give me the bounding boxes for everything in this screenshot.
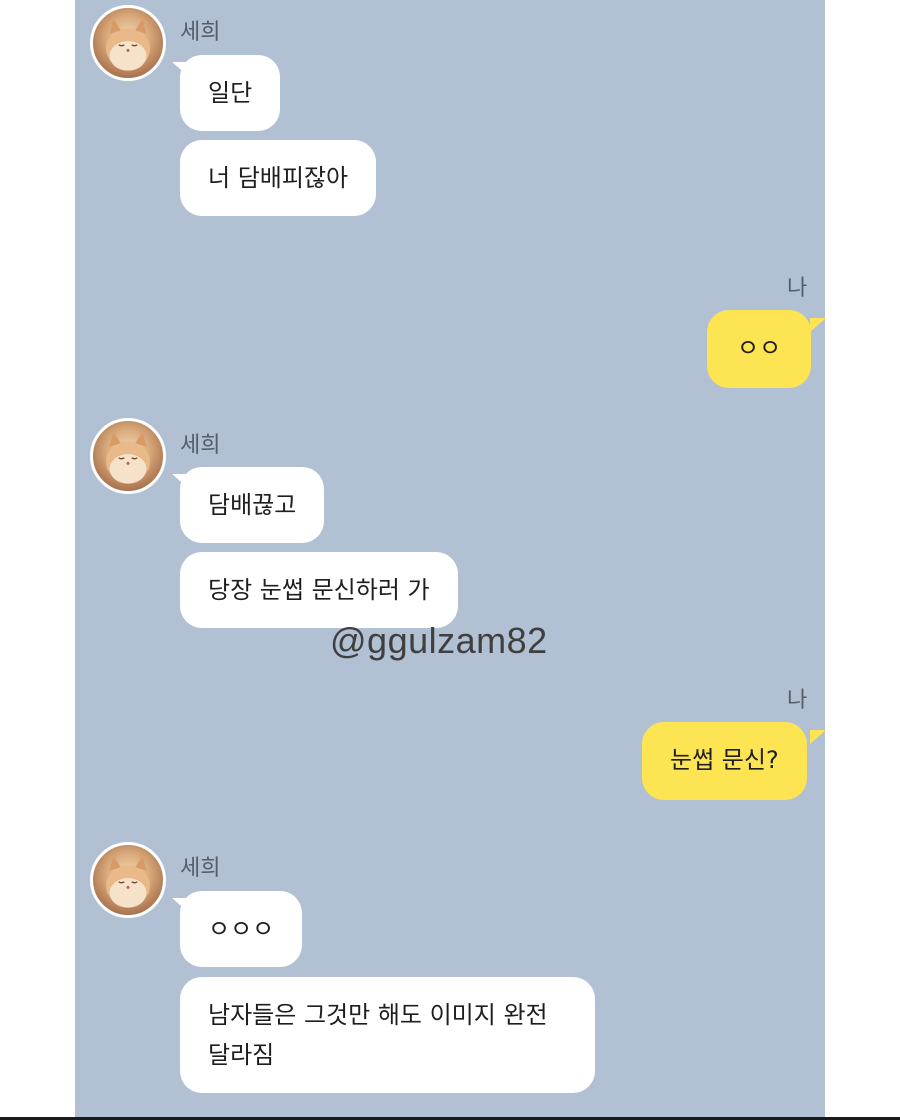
message-bubble-outgoing[interactable]: ㅇㅇ [707, 310, 812, 388]
message-bubble-incoming[interactable]: 담배끊고 [180, 467, 325, 543]
me-label: 나 [787, 276, 808, 301]
bubble-tail [810, 730, 826, 744]
watermark: @ggulzam82 [330, 620, 548, 661]
bubble-tail [810, 318, 826, 332]
message-bubble-incoming[interactable]: ㅇㅇㅇ [180, 891, 303, 967]
message-bubble-outgoing[interactable]: 눈썹 문신? [642, 722, 807, 800]
sender-name: 세희 [180, 856, 221, 881]
message-bubble-incoming[interactable]: 너 담배피잖아 [180, 140, 377, 216]
me-label: 나 [787, 688, 808, 713]
sender-name: 세희 [180, 433, 221, 458]
cat-avatar-icon[interactable] [90, 842, 166, 918]
message-bubble-incoming[interactable]: 남자들은 그것만 해도 이미지 완전 달라짐 [180, 977, 595, 1093]
message-bubble-incoming[interactable]: 당장 눈썹 문신하러 가 [180, 552, 458, 628]
cat-avatar-icon[interactable] [90, 418, 166, 494]
sender-name: 세희 [180, 20, 221, 45]
message-bubble-incoming[interactable]: 일단 [180, 55, 281, 131]
cat-avatar-icon[interactable] [90, 5, 166, 81]
